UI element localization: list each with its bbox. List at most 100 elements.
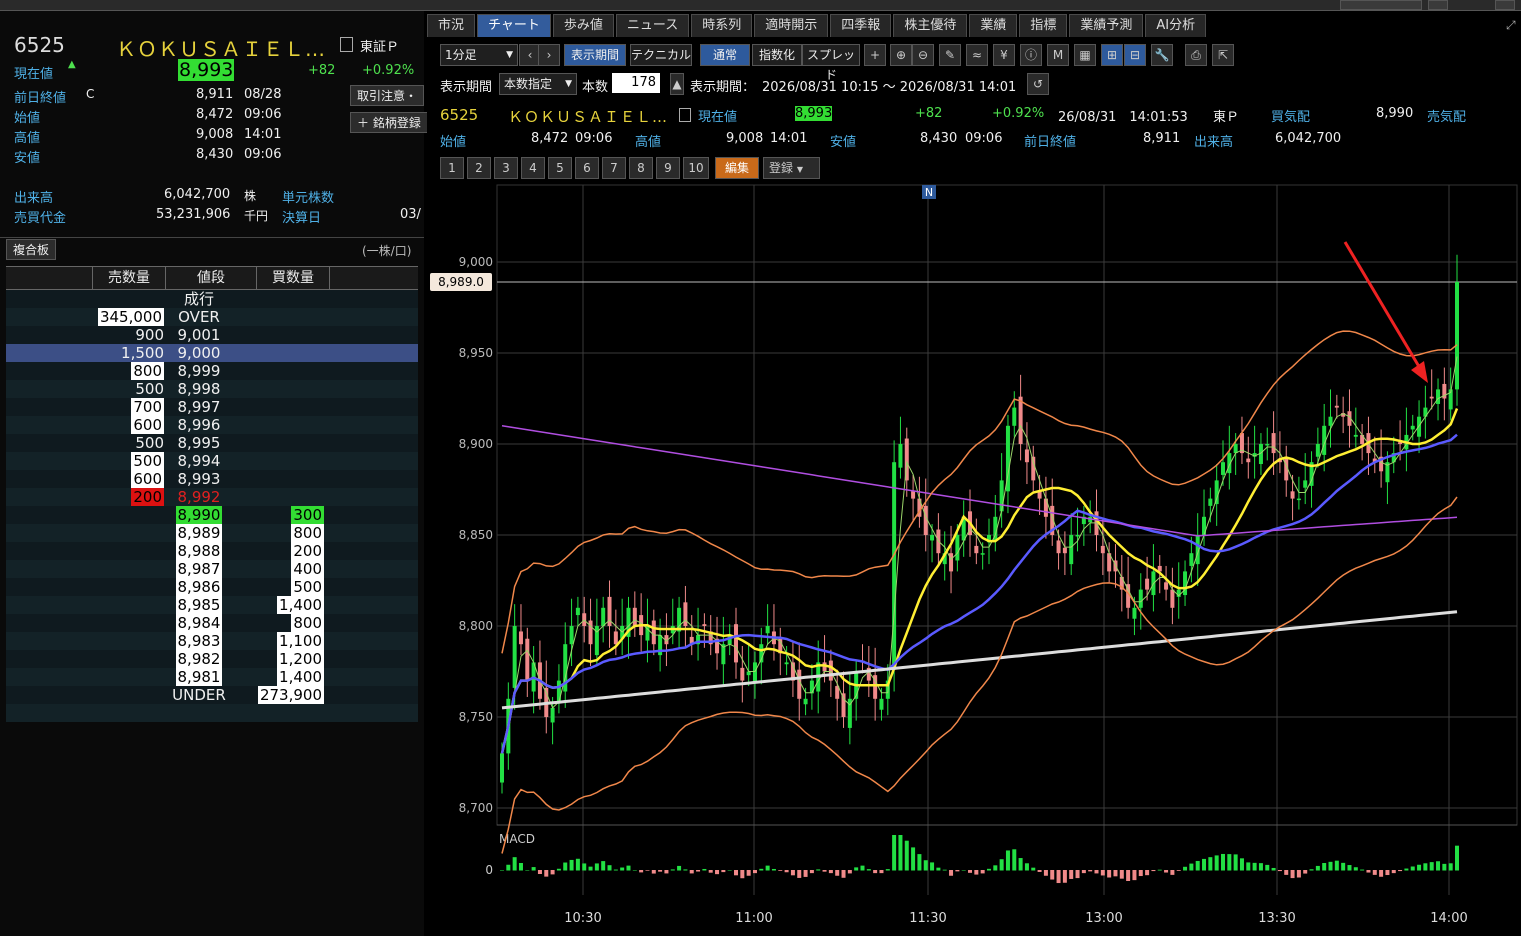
period-button[interactable]: 表示期間 [564,44,626,66]
reset-icon[interactable]: ↺ [1027,73,1049,95]
book-row[interactable]: 8,986 500 [6,578,418,596]
tab-11[interactable]: AI分析 [1145,14,1207,37]
technical-button[interactable]: テクニカル [630,44,692,66]
macd-bar [537,870,542,874]
chevron-down-icon-3: ▼ [796,165,803,174]
expand-icon[interactable]: ⤢ [1506,18,1516,33]
book-row[interactable]: 800 8,999 [6,362,418,380]
count-input[interactable]: 178 [612,73,660,93]
tab-9[interactable]: 指標 [1019,14,1068,37]
register-stock-button[interactable]: ＋ 銘柄登録 [350,112,430,133]
book-row[interactable]: 500 8,995 [6,434,418,452]
wrench-icon[interactable]: 🔧 [1151,44,1173,66]
book-row[interactable]: 8,981 1,400 [6,668,418,686]
macd-bar [670,869,675,871]
tab-0[interactable]: 市況 [427,14,476,37]
book-row[interactable]: 500 8,994 [6,452,418,470]
price-chart[interactable]: 9,000 8,950 8,900 8,850 8,800 8,750 8,700 10:30… [427,180,1521,936]
candle-body [828,660,833,681]
page-button-6[interactable]: 6 [575,157,599,179]
zoom-out-icon[interactable]: ⊖ [912,44,934,66]
page-button-5[interactable]: 5 [548,157,572,179]
book-row[interactable]: 1,500 9,000 [6,344,418,362]
period-mode-select[interactable]: 本数指定 ▼ [499,73,577,95]
book-row[interactable]: 8,983 1,100 [6,632,418,650]
interval-select[interactable]: 1分足 ▼ [440,44,518,66]
book-row[interactable]: 600 8,993 [6,470,418,488]
quote-vol-label: 出来高 [1194,135,1234,150]
register-value: 登録 [769,161,794,175]
compare-icon[interactable]: ⊟ [1124,44,1146,66]
tab-4[interactable]: 時系列 [691,14,753,37]
top-bar-button-small[interactable] [1428,0,1448,10]
quote-vol: 6,042,700 [1275,131,1342,146]
page-button-10[interactable]: 10 [683,157,709,179]
macd-bar [974,870,979,875]
page-button-3[interactable]: 3 [494,157,518,179]
tab-8[interactable]: 業績 [969,14,1018,37]
spinner-icon[interactable]: ▲ [670,73,684,95]
book-row[interactable]: 500 8,998 [6,380,418,398]
export-icon[interactable]: ⇱ [1212,44,1234,66]
info-icon[interactable]: ⓘ [1020,44,1042,66]
book-row[interactable]: 8,985 1,400 [6,596,418,614]
range-value: 2026/08/31 10:15 ～ 2026/08/31 14:01 [762,80,1017,95]
page-button-8[interactable]: 8 [629,157,653,179]
y-tick-label: 8,950 [459,346,493,360]
page-button-9[interactable]: 9 [656,157,680,179]
next-icon[interactable]: › [538,44,560,66]
crosshair-icon[interactable]: + [864,44,886,66]
zoom-in-icon[interactable]: ⊕ [890,44,912,66]
book-row[interactable]: 345,000 OVER [6,308,418,326]
book-row[interactable]: 8,988 200 [6,542,418,560]
book-row[interactable]: 8,989 800 [6,524,418,542]
pencil-icon[interactable]: ✎ [939,44,961,66]
order-book-tab[interactable]: 複合板 [6,239,57,260]
tab-2[interactable]: 歩み値 [552,14,614,37]
top-bar-button[interactable] [1340,0,1422,10]
macd-bar [1442,863,1447,871]
normal-button[interactable]: 通常 [700,44,750,66]
page-button-7[interactable]: 7 [602,157,626,179]
book-row[interactable]: 8,990 300 [6,506,418,524]
print-icon[interactable]: ⎙ [1185,44,1207,66]
tab-6[interactable]: 四季報 [830,14,892,37]
page-button-4[interactable]: 4 [521,157,545,179]
tab-3[interactable]: ニュース [615,14,690,37]
spread-button[interactable]: スプレッド [802,44,860,82]
book-row[interactable]: 8,987 400 [6,560,418,578]
tab-1[interactable]: チャート [477,14,551,37]
register-select[interactable]: 登録 ▼ [763,157,820,179]
book-row[interactable]: 900 9,001 [6,326,418,344]
tab-7[interactable]: 株主優待 [893,14,968,37]
page-button-2[interactable]: 2 [467,157,491,179]
trade-caution-button[interactable]: 取引注意・ [350,85,424,106]
book-row[interactable]: 8,984 800 [6,614,418,632]
chart-settings-icon[interactable]: ▦ [1074,44,1096,66]
x-tick-label: 10:30 [564,911,601,926]
page-button-1[interactable]: 1 [440,157,464,179]
book-row[interactable]: 8,982 1,200 [6,650,418,668]
top-bar-button-small-2[interactable] [1495,0,1515,10]
tab-5[interactable]: 適時開示 [754,14,829,37]
quote-memo-icon[interactable] [679,108,691,122]
macd-bar [721,870,726,873]
book-row[interactable]: UNDER 273,900 [6,686,418,704]
book-row[interactable]: 600 8,996 [6,416,418,434]
drawing-icon[interactable]: ≈ [966,44,988,66]
yen-icon[interactable]: ¥ [993,44,1015,66]
edit-button[interactable]: 編集 [715,157,759,179]
index-button[interactable]: 指数化 [752,44,802,66]
quote-high-label: 高値 [635,135,662,150]
price-level: 8,984 [175,614,223,632]
market-order-row[interactable]: 成行 [6,290,418,308]
book-row[interactable]: 200 8,992 [6,488,418,506]
tab-10[interactable]: 業績予測 [1069,14,1144,37]
memo-icon[interactable] [340,37,353,52]
candle-body [512,626,517,688]
ma-settings-icon[interactable]: M [1047,44,1069,66]
book-row[interactable]: 700 8,997 [6,398,418,416]
layout-icon[interactable]: ⊞ [1101,44,1123,66]
macd-bar [841,870,846,878]
candle-body [1164,582,1169,590]
